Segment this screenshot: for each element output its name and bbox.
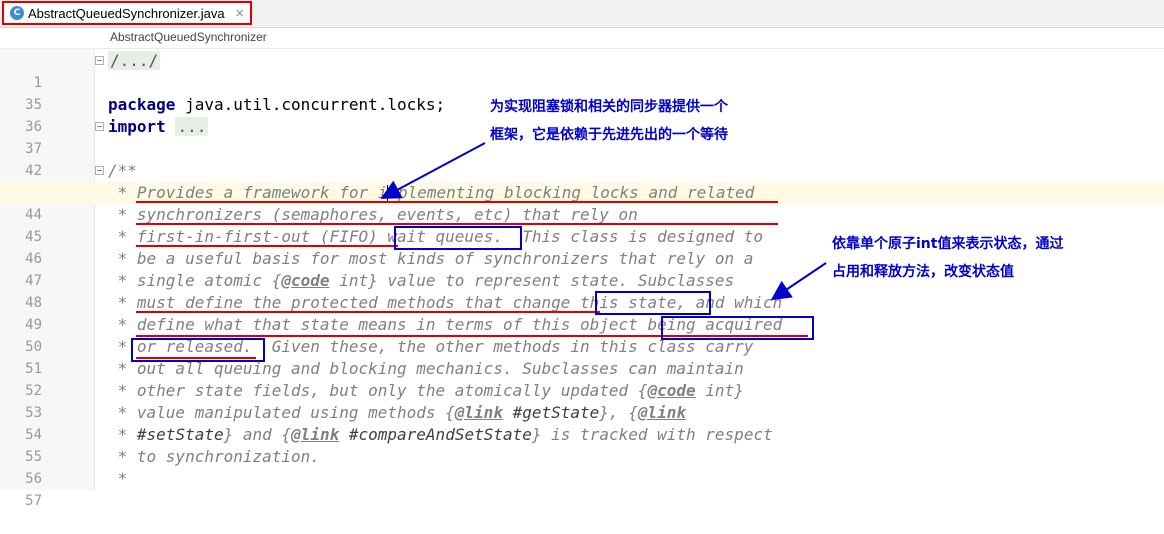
blue-highlight-box (394, 226, 522, 250)
annotation-note-framework: 为实现阻塞锁和相关的同步器提供一个 框架，它是依赖于先进先出的一个等待 (490, 99, 728, 143)
blue-arrow (770, 262, 827, 301)
line-number: 57 (25, 493, 42, 509)
blue-highlight-box (595, 291, 711, 315)
blue-arrow (380, 142, 486, 199)
annotation-note-state: 依靠单个原子int值来表示状态，通过 占用和释放方法，改变状态值 (832, 236, 1064, 280)
